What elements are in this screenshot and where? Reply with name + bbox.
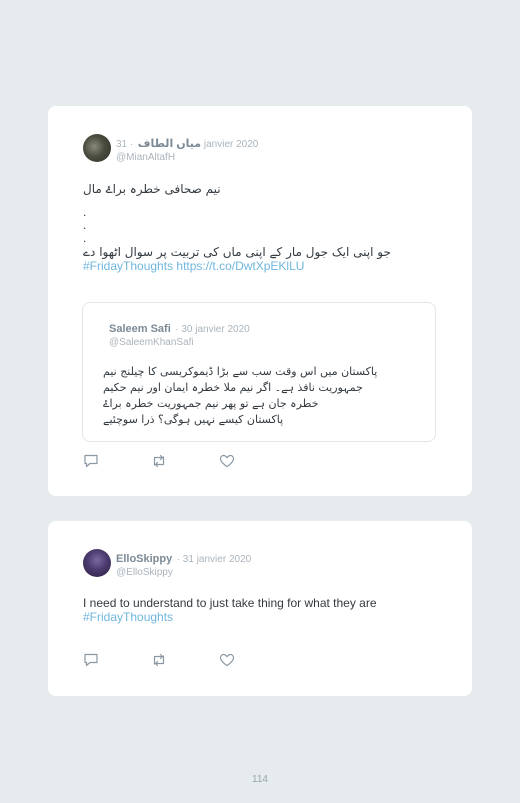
tweet-line: جو اپنی ایک جول مار کے اپنی ماں کی تربیت…	[83, 245, 391, 259]
quoted-line: پاکستان کیسے نہیں ہوگی؟ ذرا سوچئیے	[103, 413, 284, 426]
tweet-line: I need to understand to just take thing …	[83, 596, 377, 610]
quoted-tweet-date: · 30 janvier 2020	[175, 324, 250, 335]
quoted-tweet[interactable]: Saleem Safi · 30 janvier 2020 @SaleemKha…	[82, 302, 436, 442]
quoted-line: خطرہ جان ہے تو پھر نیم جمہوریت خطرہ براۓ	[103, 397, 319, 410]
tweet-header: ElloSkippy · 31 janvier 2020 @ElloSkippy	[83, 549, 251, 579]
tweet-header: میاں الطاف · 31 janvier 2020 @MianAltafH	[83, 134, 258, 164]
url-link[interactable]: https://t.co/DwtXpEKlLU	[176, 259, 304, 273]
reply-icon[interactable]	[83, 454, 99, 468]
quoted-tweet-text: پاکستان میں اس وقت سب سے بڑا ڈیموکریسی ک…	[103, 364, 413, 428]
tweet-line: .	[83, 231, 87, 245]
avatar[interactable]	[83, 134, 111, 162]
quoted-user-handle[interactable]: @SaleemKhanSafi	[109, 336, 250, 349]
tweet-card: میاں الطاف · 31 janvier 2020 @MianAltafH…	[48, 106, 472, 496]
retweet-icon[interactable]	[151, 653, 167, 667]
hashtag-link[interactable]: #FridayThoughts	[83, 259, 173, 273]
user-handle[interactable]: @ElloSkippy	[116, 566, 251, 579]
like-icon[interactable]	[219, 454, 235, 468]
tweet-date: · 31 janvier 2020	[176, 554, 252, 565]
tweet-line: نیم صحافی خطرہ براۓ مال	[83, 182, 221, 196]
quoted-tweet-header: Saleem Safi · 30 janvier 2020 @SaleemKha…	[109, 321, 250, 349]
tweet-card: ElloSkippy · 31 janvier 2020 @ElloSkippy…	[48, 521, 472, 696]
tweet-text: I need to understand to just take thing …	[83, 596, 443, 624]
avatar[interactable]	[83, 549, 111, 577]
tweet-actions	[83, 454, 287, 468]
quoted-line: پاکستان میں اس وقت سب سے بڑا ڈیموکریسی ک…	[103, 365, 378, 378]
hashtag-link[interactable]: #FridayThoughts	[83, 610, 443, 624]
retweet-icon[interactable]	[151, 454, 167, 468]
like-icon[interactable]	[219, 653, 235, 667]
user-handle[interactable]: @MianAltafH	[116, 151, 258, 164]
quoted-line: جمہوریت نافذ ہے۔ اگر نیم ملا خطرہ ایمان …	[103, 381, 363, 394]
reply-icon[interactable]	[83, 653, 99, 667]
display-name[interactable]: میاں الطاف	[138, 138, 201, 150]
tweet-line: .	[83, 205, 87, 219]
quoted-display-name[interactable]: Saleem Safi	[109, 323, 171, 335]
display-name[interactable]: ElloSkippy	[116, 553, 172, 565]
tweet-text: نیم صحافی خطرہ براۓ مال . . . جو اپنی ای…	[83, 182, 443, 273]
page-number: 114	[252, 774, 268, 785]
tweet-actions	[83, 653, 287, 667]
tweet-line: .	[83, 218, 87, 232]
